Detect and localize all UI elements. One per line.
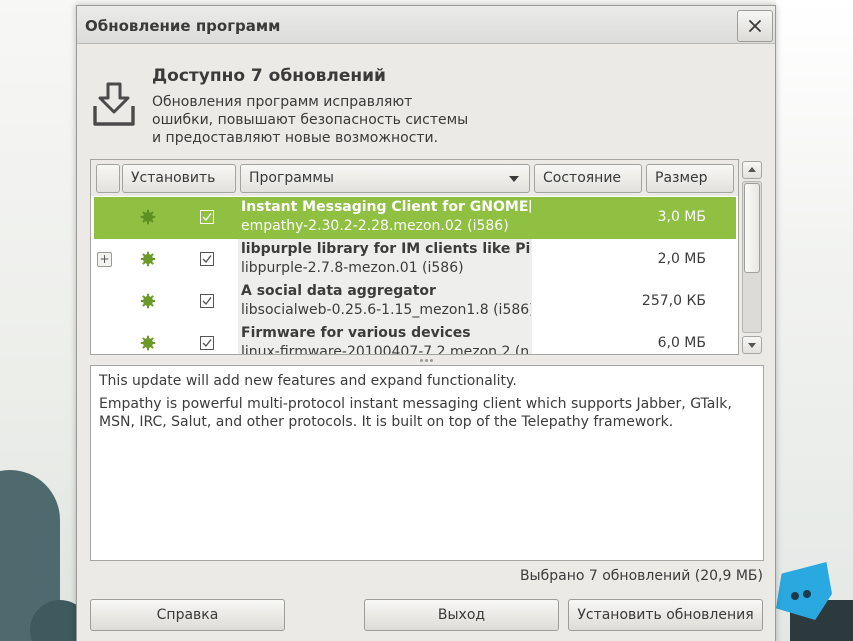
list-scrollbar[interactable] [742,159,764,355]
column-header-programs-label: Программы [249,170,334,186]
install-updates-button[interactable]: Установить обновления [568,599,763,631]
install-checkbox[interactable] [200,294,214,308]
close-icon [749,20,761,32]
update-package: libsocialweb-0.25.6-1.15_mezon1.8 (i586) [241,302,531,318]
update-row-libsocialweb[interactable]: A social data aggregator libsocialweb-0.… [94,281,736,323]
column-header-expander[interactable] [96,164,120,193]
update-gear-icon [140,335,156,351]
update-size: 2,0 МБ [657,251,706,267]
selected-updates-summary: Выбрано 7 обновлений (20,9 МБ) [519,568,763,584]
list-rows: Instant Messaging Client for GNOME[... e… [94,197,736,354]
updates-description: Обновления программ исправляют ошибки, п… [152,93,492,147]
update-package: empathy-2.30.2-2.28.mezon.02 (i586) [241,218,509,234]
install-checkbox[interactable] [200,252,214,266]
update-size: 257,0 КБ [641,293,706,309]
update-gear-icon [140,251,156,267]
install-checkbox[interactable] [200,336,214,350]
updates-list: Установить Программы Состояние Размер In… [90,159,739,355]
description-line: Обновления программ исправляют [152,94,413,110]
update-package: libpurple-2.7.8-mezon.01 (i586) [241,260,464,276]
update-title: A social data aggregator [241,283,436,299]
update-row-libpurple[interactable]: + libpurple library for IM clients like … [94,239,736,281]
description-line: ошибки, повышают безопасность системы [152,112,469,128]
update-details-text[interactable]: This update will add new features and ex… [90,365,764,561]
update-title: libpurple library for IM clients like Pi… [241,241,531,257]
exit-button[interactable]: Выход [364,599,559,631]
details-summary: This update will add new features and ex… [99,373,517,389]
update-row-empathy[interactable]: Instant Messaging Client for GNOME[... e… [94,197,736,239]
updates-available-heading: Доступно 7 обновлений [152,66,386,86]
update-size: 6,0 МБ [657,335,706,351]
expand-plus-icon[interactable]: + [97,252,112,267]
column-header-size[interactable]: Размер [646,164,734,193]
update-gear-icon [140,209,156,225]
column-header-programs[interactable]: Программы [240,164,530,193]
list-header: Установить Программы Состояние Размер [91,160,738,196]
update-package: linux-firmware-20100407-7.2.mezon.2 (n..… [241,344,531,354]
update-title: Instant Messaging Client for GNOME[... [241,199,531,215]
grip-dot [425,359,428,362]
update-size: 3,0 МБ [657,209,706,225]
details-description: Empathy is powerful multi-protocol insta… [99,396,732,430]
desktop-mascot-eye [791,592,799,600]
chevron-down-icon [509,176,519,182]
desktop-mascot-eye [803,590,811,598]
close-button[interactable] [737,10,773,42]
scroll-down-button[interactable] [742,336,762,354]
scroll-track[interactable] [742,181,762,333]
scroll-up-button[interactable] [742,161,762,179]
column-header-state[interactable]: Состояние [534,164,642,193]
update-title: Firmware for various devices [241,325,471,341]
window-titlebar[interactable]: Обновление программ [77,6,775,44]
column-header-install[interactable]: Установить [122,164,236,193]
desktop-background [776,0,853,641]
install-checkbox[interactable] [200,210,214,224]
pane-resize-handle[interactable] [419,358,435,364]
window-title: Обновление программ [85,17,281,35]
grip-dot [430,359,433,362]
download-tray-icon [93,82,135,126]
description-line: и предоставляют новые возможности. [152,130,439,146]
help-button[interactable]: Справка [90,599,285,631]
update-dialog: Обновление программ Доступно 7 обновлени… [76,5,776,641]
grip-dot [420,359,423,362]
scroll-thumb[interactable] [744,183,760,273]
update-gear-icon [140,293,156,309]
update-row-linux-firmware[interactable]: Firmware for various devices linux-firmw… [94,323,736,354]
